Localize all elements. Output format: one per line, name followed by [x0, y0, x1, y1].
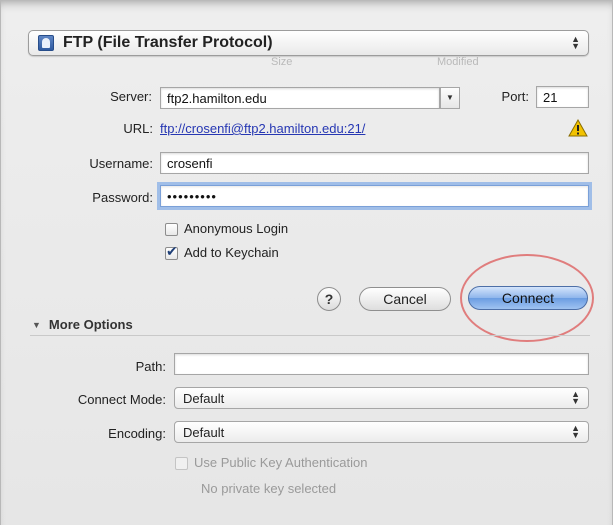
port-field[interactable]: 21 [536, 86, 589, 108]
encoding-select[interactable]: Default ▲ ▼ [174, 421, 589, 443]
server-field[interactable]: ftp2.hamilton.edu [160, 87, 440, 109]
chevron-down-icon: ▼ [446, 93, 454, 102]
add-to-keychain-label: Add to Keychain [184, 245, 279, 260]
connect-mode-value: Default [183, 391, 225, 406]
bg-column-size: Size [271, 56, 293, 68]
password-label: Password: [92, 190, 153, 205]
server-history-button[interactable]: ▼ [440, 87, 460, 109]
private-key-status: No private key selected [201, 481, 337, 496]
protocol-popup[interactable]: FTP (File Transfer Protocol) ▲ ▼ [28, 30, 589, 56]
public-key-auth-label: Use Public Key Authentication [194, 455, 368, 470]
checkbox-box-disabled [175, 457, 188, 471]
public-key-auth-checkbox: Use Public Key Authentication [175, 455, 368, 471]
chevron-updown-icon: ▲ ▼ [571, 423, 580, 440]
annotation-circle [460, 254, 594, 342]
path-label: Path: [135, 359, 166, 374]
anonymous-login-label: Anonymous Login [184, 221, 289, 236]
add-to-keychain-checkbox[interactable]: Add to Keychain [165, 243, 279, 261]
url-link[interactable]: ftp://crosenfi@ftp2.hamilton.edu:21/ [160, 121, 365, 136]
username-field[interactable]: crosenfi [160, 152, 589, 174]
port-label: Port: [501, 89, 529, 104]
more-options-disclosure[interactable]: ▼ More Options [32, 317, 133, 332]
protocol-label: FTP (File Transfer Protocol) [63, 34, 273, 51]
password-field[interactable]: ••••••••• [160, 185, 589, 207]
connect-mode-select[interactable]: Default ▲ ▼ [174, 387, 589, 409]
server-label: Server: [110, 89, 152, 104]
help-button[interactable]: ? [317, 287, 341, 311]
section-divider [30, 335, 590, 336]
ftp-protocol-icon [38, 35, 54, 51]
url-label: URL: [123, 121, 153, 136]
checkbox-box-checked[interactable] [165, 243, 178, 261]
cancel-button[interactable]: Cancel [359, 287, 451, 311]
warning-icon [568, 119, 588, 137]
chevron-updown-icon: ▲ ▼ [571, 34, 580, 51]
connection-sheet: Size Modified FTP (File Transfer Protoco… [0, 0, 613, 525]
connect-mode-label: Connect Mode: [77, 392, 166, 407]
encoding-value: Default [183, 425, 225, 440]
chevron-updown-icon: ▲ ▼ [571, 389, 580, 406]
more-options-title: More Options [48, 317, 133, 332]
checkbox-box[interactable] [165, 223, 178, 237]
encoding-label: Encoding: [108, 426, 166, 441]
anonymous-login-checkbox[interactable]: Anonymous Login [165, 221, 289, 237]
username-label: Username: [89, 156, 153, 171]
bg-column-modified: Modified [437, 56, 479, 68]
disclosure-triangle-icon: ▼ [32, 320, 41, 330]
path-field[interactable] [174, 353, 589, 375]
